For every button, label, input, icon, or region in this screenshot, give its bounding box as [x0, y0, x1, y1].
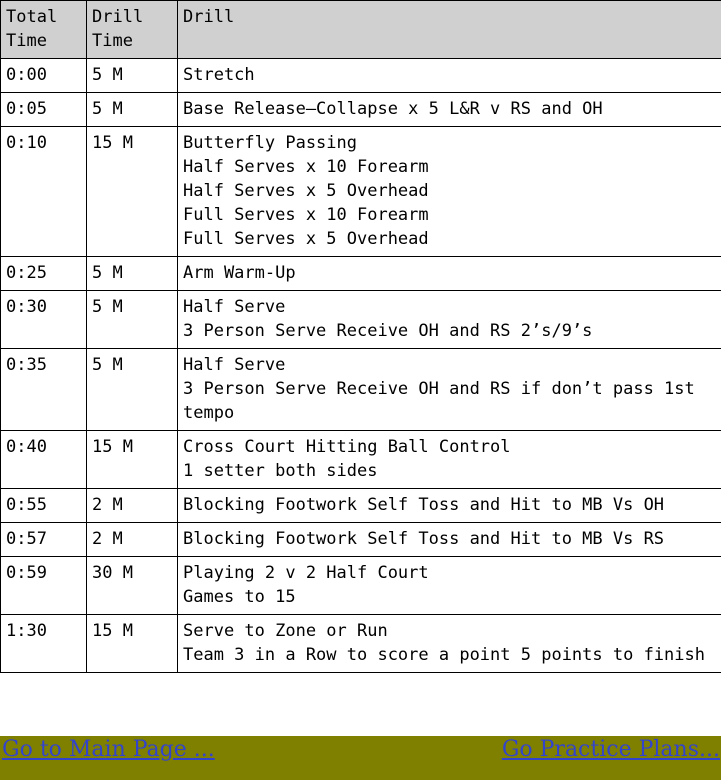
cell-total-time: 0:40	[0, 430, 87, 489]
cell-drill: Half Serve 3 Person Serve Receive OH and…	[177, 290, 721, 349]
cell-drill: Stretch	[177, 58, 721, 93]
cell-total-time: 1:30	[0, 614, 87, 673]
cell-drill: Half Serve 3 Person Serve Receive OH and…	[177, 348, 721, 431]
column-header-total-time: Total Time	[0, 0, 87, 59]
cell-total-time: 0:05	[0, 92, 87, 127]
table-row: 1:30 15 M Serve to Zone or Run Team 3 in…	[0, 614, 721, 673]
cell-drill-time: 5 M	[86, 92, 178, 127]
go-practice-plans-link[interactable]: Go Practice Plans...	[502, 736, 720, 764]
cell-drill-time: 5 M	[86, 348, 178, 431]
cell-drill: Arm Warm-Up	[177, 256, 721, 291]
table-row: 0:30 5 M Half Serve 3 Person Serve Recei…	[0, 290, 721, 349]
cell-total-time: 0:57	[0, 522, 87, 557]
cell-drill-time: 5 M	[86, 58, 178, 93]
table-body: 0:00 5 M Stretch 0:05 5 M Base Release—C…	[0, 58, 721, 673]
cell-drill: Playing 2 v 2 Half Court Games to 15	[177, 556, 721, 615]
footer-links: Go to Main Page ... Go Practice Plans...	[0, 736, 721, 766]
cell-total-time: 0:25	[0, 256, 87, 291]
cell-total-time: 0:35	[0, 348, 87, 431]
table-row: 0:40 15 M Cross Court Hitting Ball Contr…	[0, 430, 721, 489]
cell-drill-time: 30 M	[86, 556, 178, 615]
cell-total-time: 0:00	[0, 58, 87, 93]
cell-drill-time: 5 M	[86, 256, 178, 291]
table-row: 0:00 5 M Stretch	[0, 58, 721, 93]
table-row: 0:59 30 M Playing 2 v 2 Half Court Games…	[0, 556, 721, 615]
cell-drill-time: 5 M	[86, 290, 178, 349]
cell-drill-time: 2 M	[86, 522, 178, 557]
table-row: 0:25 5 M Arm Warm-Up	[0, 256, 721, 291]
cell-drill-time: 15 M	[86, 614, 178, 673]
table-row: 0:35 5 M Half Serve 3 Person Serve Recei…	[0, 348, 721, 431]
practice-plan-table: Total Time Drill Time Drill 0:00 5 M Str…	[0, 0, 721, 673]
cell-drill: Base Release—Collapse x 5 L&R v RS and O…	[177, 92, 721, 127]
column-header-drill: Drill	[177, 0, 721, 59]
cell-drill-time: 15 M	[86, 126, 178, 257]
cell-drill: Blocking Footwork Self Toss and Hit to M…	[177, 488, 721, 523]
cell-total-time: 0:59	[0, 556, 87, 615]
cell-drill-time: 15 M	[86, 430, 178, 489]
go-to-main-page-link[interactable]: Go to Main Page ...	[2, 736, 215, 764]
table-row: 0:57 2 M Blocking Footwork Self Toss and…	[0, 522, 721, 557]
cell-drill: Cross Court Hitting Ball Control 1 sette…	[177, 430, 721, 489]
cell-drill: Serve to Zone or Run Team 3 in a Row to …	[177, 614, 721, 673]
table-header-row: Total Time Drill Time Drill	[0, 0, 721, 59]
cell-total-time: 0:10	[0, 126, 87, 257]
table-row: 0:05 5 M Base Release—Collapse x 5 L&R v…	[0, 92, 721, 127]
practice-plan-page: Total Time Drill Time Drill 0:00 5 M Str…	[0, 0, 721, 780]
cell-drill: Butterfly Passing Half Serves x 10 Forea…	[177, 126, 721, 257]
column-header-drill-time: Drill Time	[86, 0, 178, 59]
cell-total-time: 0:55	[0, 488, 87, 523]
cell-drill-time: 2 M	[86, 488, 178, 523]
footer-bar: Go to Main Page ... Go Practice Plans...	[0, 736, 721, 780]
cell-drill: Blocking Footwork Self Toss and Hit to M…	[177, 522, 721, 557]
table-row: 0:10 15 M Butterfly Passing Half Serves …	[0, 126, 721, 257]
table-row: 0:55 2 M Blocking Footwork Self Toss and…	[0, 488, 721, 523]
cell-total-time: 0:30	[0, 290, 87, 349]
table-header: Total Time Drill Time Drill	[0, 0, 721, 59]
